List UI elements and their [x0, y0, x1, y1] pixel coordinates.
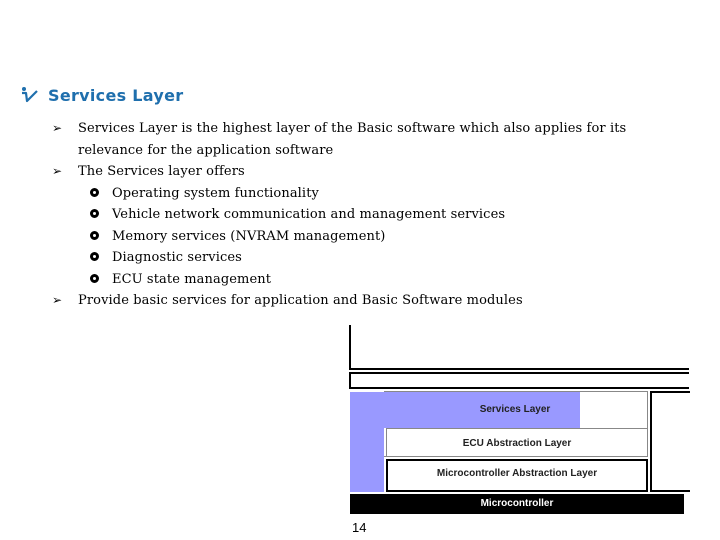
bullet-item: ➢ Provide basic services for application…	[52, 290, 702, 312]
sub-bullet-text: ECU state management	[112, 271, 272, 287]
arrow-bullet-icon: ➢	[52, 121, 63, 135]
checkmark-icon	[22, 87, 38, 103]
rte-box	[349, 372, 689, 389]
arrow-bullet-icon: ➢	[52, 164, 63, 178]
slide-title-row: Services Layer	[20, 84, 183, 106]
arrow-bullet-icon: ➢	[52, 293, 63, 307]
ecu-abstraction-label: ECU Abstraction Layer	[462, 438, 572, 449]
mcal-box	[386, 459, 648, 492]
sub-bullet-item: Vehicle network communication and manage…	[52, 204, 702, 226]
sub-bullet-item: ECU state management	[52, 269, 702, 291]
microcontroller-bar	[350, 494, 684, 514]
services-layer-shape	[350, 392, 580, 492]
mcal-label: Microcontroller Abstraction Layer	[436, 468, 598, 479]
bullet-text: relevance for the application software	[78, 142, 334, 158]
sub-bullet-text: Vehicle network communication and manage…	[112, 207, 506, 222]
sub-bullet-item: Diagnostic services	[52, 247, 702, 269]
sub-bullet-item: Operating system functionality	[52, 183, 702, 205]
microcontroller-label: Microcontroller	[480, 498, 554, 509]
bullet-item: ➢ Services Layer is the highest layer of…	[52, 118, 702, 161]
application-layer-box	[349, 325, 689, 370]
bullet-text: Services Layer is the highest layer of t…	[78, 121, 627, 136]
slide-content: ➢ Services Layer is the highest layer of…	[52, 118, 702, 312]
ecu-abstraction-outline	[384, 391, 648, 457]
complex-drivers-box	[650, 391, 690, 492]
circle-bullet-icon	[90, 187, 99, 197]
bullet-text: Provide basic services for application a…	[78, 293, 523, 308]
sub-bullet-item: Memory services (NVRAM management)	[52, 226, 702, 248]
sub-bullet-text: Diagnostic services	[112, 250, 242, 265]
services-notch	[384, 428, 580, 492]
circle-bullet-icon	[90, 252, 99, 261]
bullet-text: The Services layer offers	[78, 164, 245, 179]
slide-title: Services Layer	[48, 85, 184, 105]
sub-bullet-text: Operating system functionality	[112, 185, 319, 201]
page-number: 14	[352, 520, 367, 535]
circle-bullet-icon	[90, 209, 99, 218]
services-layer-label: Services Layer	[479, 404, 551, 415]
sub-bullet-text: Memory services (NVRAM management)	[112, 228, 386, 244]
ecu-abstraction-layer-box	[386, 428, 648, 457]
circle-bullet-icon	[90, 273, 99, 283]
bullet-item: ➢ The Services layer offers	[52, 161, 702, 183]
circle-bullet-icon	[90, 230, 99, 240]
